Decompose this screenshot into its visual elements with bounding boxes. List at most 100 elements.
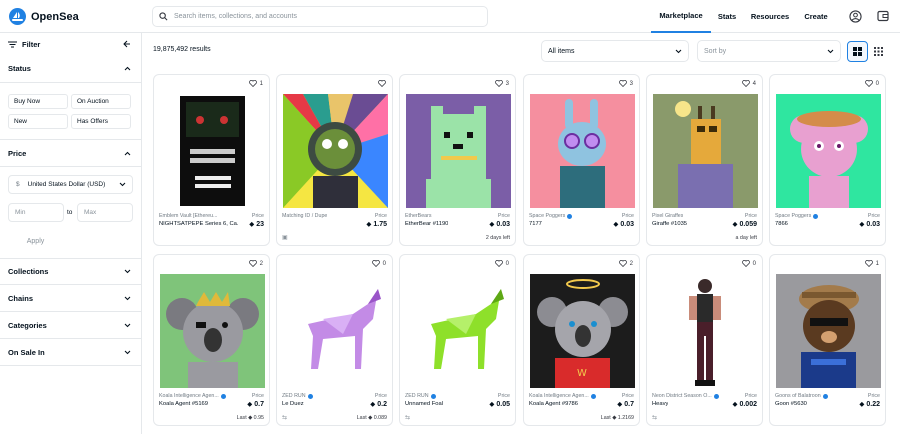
chains-section-toggle[interactable]: Chains <box>0 285 141 312</box>
nft-card[interactable]: 0 ZED RUN Unnamed Foal Price ◆ 0.05 ⇆ <box>399 254 516 426</box>
nft-card[interactable]: 2 Koala Intelligence Agen... Koala Agent… <box>153 254 270 426</box>
nft-card[interactable]: 3 EtherBears EtherBear #1190 Price ◆ 0.0… <box>399 74 516 246</box>
favorite-button[interactable]: 0 <box>864 80 879 87</box>
collection-name[interactable]: Koala Intelligence Agen... <box>529 393 596 399</box>
nav-stats[interactable]: Stats <box>712 0 742 33</box>
status-buy-now-button[interactable]: Buy Now <box>8 94 68 109</box>
status-section-toggle[interactable]: Status <box>0 55 141 83</box>
nft-image[interactable] <box>530 94 635 208</box>
card-footer-info: a day left <box>735 235 758 241</box>
nft-image[interactable] <box>406 94 511 208</box>
collection-name[interactable]: Emblem Vault [Ethereu... <box>159 213 218 219</box>
on-sale-section-toggle[interactable]: On Sale In <box>0 339 141 366</box>
heart-icon <box>864 260 873 267</box>
favorite-button[interactable]: 2 <box>248 260 263 267</box>
collection-name[interactable]: Koala Intelligence Agen... <box>159 393 226 399</box>
nft-name: 7866 <box>775 221 788 227</box>
nav-marketplace[interactable]: Marketplace <box>651 0 711 33</box>
favorite-button[interactable]: 2 <box>618 260 633 267</box>
nft-card[interactable]: 1 Goons of Balatroon Goon #5630 Price ◆ … <box>769 254 886 426</box>
price-max-input[interactable]: Max <box>77 203 133 222</box>
chevron-down-icon <box>827 49 834 53</box>
collection-name[interactable]: Pixel Giraffes <box>652 213 683 219</box>
status-on-auction-button[interactable]: On Auction <box>71 94 131 109</box>
nft-card[interactable]: 0 ZED RUN Le Duez Price ◆ 0.2 ⇆ Last ◆ 0… <box>276 254 393 426</box>
card-footer-info: 2 days left <box>485 235 510 241</box>
nft-image[interactable] <box>406 274 511 388</box>
collection-name[interactable]: Space Poggers <box>775 213 819 219</box>
collections-section-toggle[interactable]: Collections <box>0 258 141 285</box>
nft-card[interactable]: 0 Space Poggers 7866 Price ◆ 0.03 <box>769 74 886 246</box>
search-input[interactable]: Search items, collections, and accounts <box>152 6 488 27</box>
collapse-arrow-icon[interactable] <box>123 40 131 48</box>
nft-image[interactable] <box>653 274 758 388</box>
nft-card[interactable]: 2 W Koala Intelligence Agen... Koala Age… <box>523 254 640 426</box>
price-amount: 0.059 <box>739 220 757 228</box>
nft-card[interactable]: 1 Emblem Vault [Ethereu... NIGHTSATPEPE … <box>153 74 270 246</box>
favorite-button[interactable]: 4 <box>741 80 756 87</box>
wallet-icon[interactable] <box>876 9 890 23</box>
items-filter-select[interactable]: All items <box>541 40 689 62</box>
nft-image[interactable] <box>160 94 265 208</box>
nav-resources[interactable]: Resources <box>748 0 792 33</box>
nft-image[interactable]: W <box>530 274 635 388</box>
sort-placeholder: Sort by <box>704 47 727 55</box>
collection-label: ZED RUN <box>282 393 306 399</box>
collection-name[interactable]: EtherBears <box>405 213 432 219</box>
sort-select[interactable]: Sort by <box>697 40 841 62</box>
price-value: ◆ 1.75 <box>366 220 387 229</box>
collection-name[interactable]: Neon District Season O... <box>652 393 719 399</box>
price-value: ◆ 0.03 <box>613 220 634 229</box>
favorite-button[interactable] <box>378 80 386 87</box>
collection-name[interactable]: ZED RUN <box>282 393 313 399</box>
categories-label: Categories <box>8 320 47 330</box>
nav-create[interactable]: Create <box>799 0 833 33</box>
favorite-button[interactable]: 0 <box>494 260 509 267</box>
currency-select[interactable]: $ United States Dollar (USD) <box>8 175 133 194</box>
small-grid-view-button[interactable] <box>868 41 889 62</box>
nft-name: Koala Agent #9786 <box>529 401 578 407</box>
collection-name[interactable]: Space Poggers <box>529 213 573 219</box>
favorite-button[interactable]: 3 <box>618 80 633 87</box>
collection-name[interactable]: Goons of Balatroon <box>775 393 828 399</box>
nft-name: Giraffe #1035 <box>652 221 688 227</box>
price-section-toggle[interactable]: Price <box>0 139 141 167</box>
large-grid-view-button[interactable] <box>847 41 868 62</box>
status-new-button[interactable]: New <box>8 114 68 129</box>
verified-badge-icon <box>713 393 719 399</box>
results-count: 19,875,492 results <box>153 46 211 53</box>
collection-label: ZED RUN <box>405 393 429 399</box>
categories-section-toggle[interactable]: Categories <box>0 312 141 339</box>
favorite-button[interactable]: 1 <box>864 260 879 267</box>
status-has-offers-button[interactable]: Has Offers <box>71 114 131 129</box>
favorite-button[interactable]: 0 <box>741 260 756 267</box>
nft-card[interactable]: Matching ID / Dupe Price ◆ 1.75 ▣ <box>276 74 393 246</box>
nft-image[interactable] <box>283 94 388 208</box>
nft-card[interactable]: 0 Neon District Season O... Heavy Price … <box>646 254 763 426</box>
collection-name[interactable]: Matching ID / Dupe <box>282 213 327 219</box>
favorite-count: 1 <box>259 80 263 87</box>
nft-image[interactable] <box>776 274 881 388</box>
price-value: ◆ 0.05 <box>489 400 510 409</box>
nft-card[interactable]: 4 Pixel Giraffes Giraffe #1035 Price ◆ 0… <box>646 74 763 246</box>
favorite-button[interactable]: 1 <box>248 80 263 87</box>
nft-image[interactable] <box>653 94 758 208</box>
verified-badge-icon <box>822 393 828 399</box>
eth-icon: ◆ <box>366 221 372 228</box>
filter-header: Filter <box>0 33 141 55</box>
heart-icon <box>741 260 750 267</box>
verified-badge-icon <box>813 213 819 219</box>
collection-name[interactable]: ZED RUN <box>405 393 436 399</box>
nft-image[interactable] <box>160 274 265 388</box>
favorite-button[interactable]: 3 <box>494 80 509 87</box>
nft-card[interactable]: 3 Space Poggers 7177 Price ◆ 0.03 <box>523 74 640 246</box>
favorite-button[interactable]: 0 <box>371 260 386 267</box>
apply-button[interactable]: Apply <box>8 233 63 249</box>
price-min-input[interactable]: Min <box>8 203 64 222</box>
nft-image[interactable] <box>776 94 881 208</box>
account-icon[interactable] <box>848 9 862 23</box>
verified-badge-icon <box>567 213 573 219</box>
opensea-logo[interactable]: OpenSea <box>9 8 79 25</box>
nft-image[interactable] <box>283 274 388 388</box>
price-value: ◆ 0.7 <box>617 400 634 409</box>
